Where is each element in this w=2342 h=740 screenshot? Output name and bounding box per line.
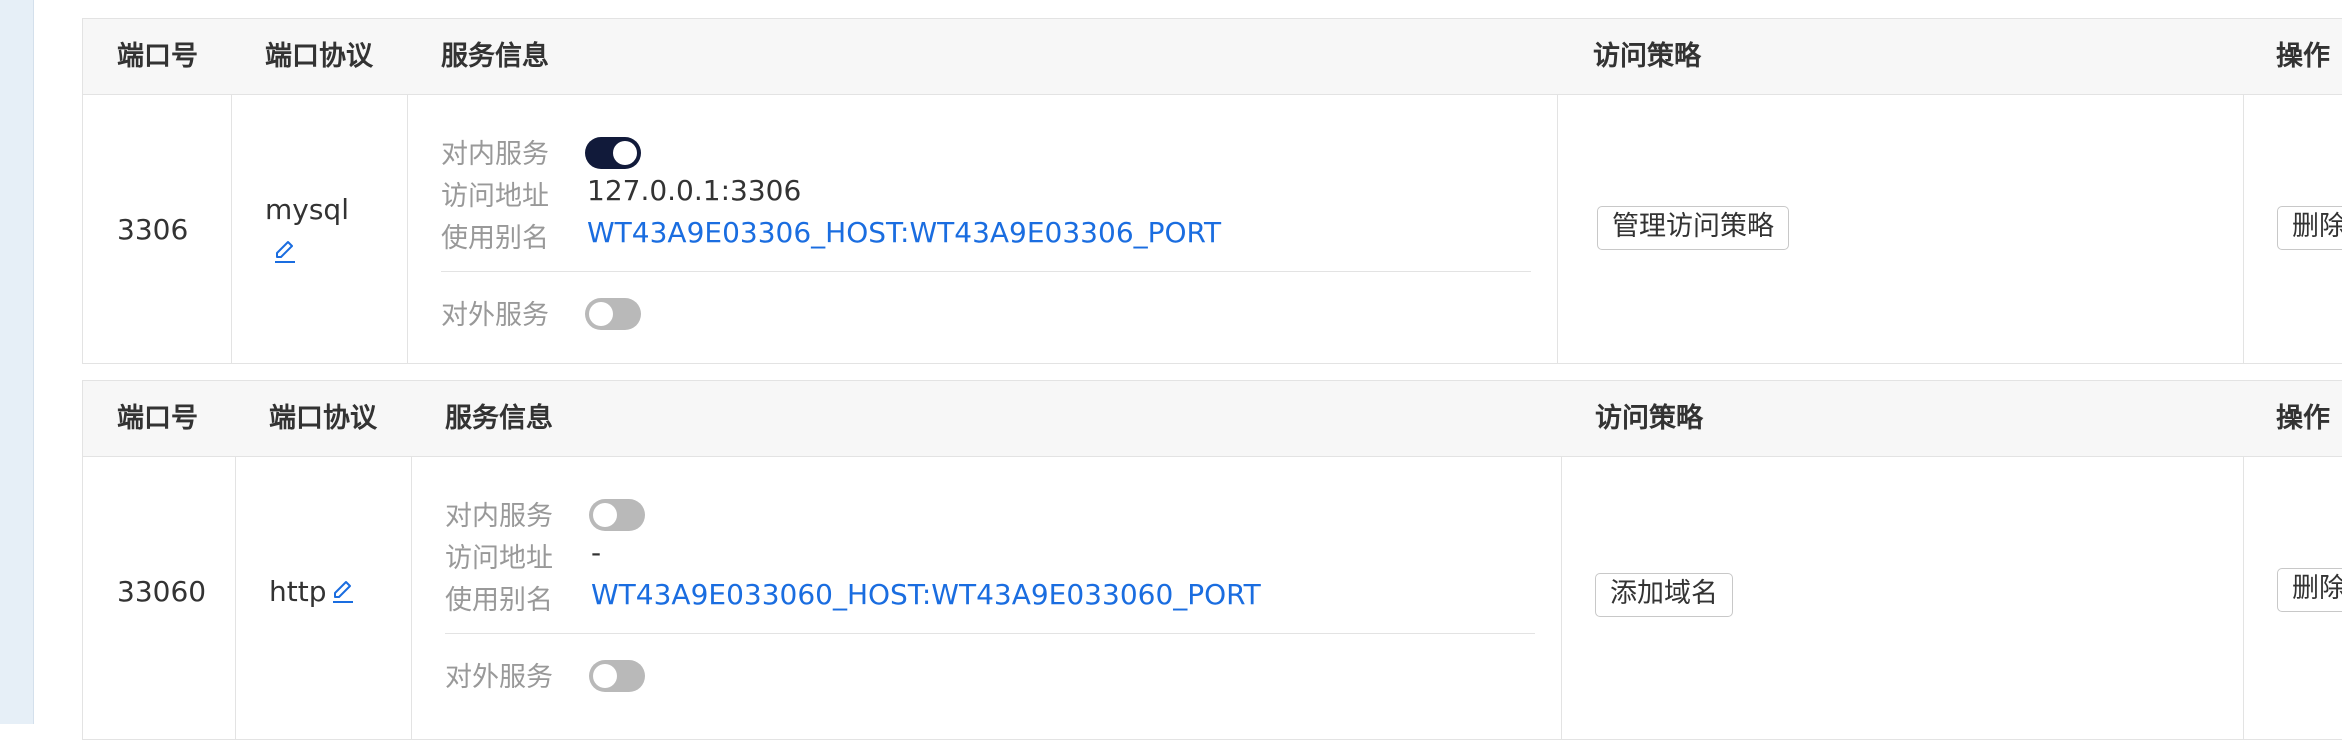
header-service-info: 服务信息 xyxy=(445,403,553,434)
manage-access-policy-button[interactable]: 管理访问策略 xyxy=(1597,206,1789,250)
port-table-33060: 端口号 端口协议 服务信息 访问策略 操作 33060 http 对内服务 访问… xyxy=(82,380,2342,740)
column-divider xyxy=(407,95,408,363)
access-address-value: - xyxy=(591,536,602,569)
internal-service-toggle[interactable] xyxy=(589,499,645,531)
alias-link[interactable]: WT43A9E03306_HOST:WT43A9E03306_PORT xyxy=(587,216,1221,249)
column-divider xyxy=(1561,457,1562,739)
port-value: 3306 xyxy=(117,213,189,246)
toggle-knob xyxy=(589,302,613,326)
service-divider xyxy=(445,633,1535,634)
add-domain-button[interactable]: 添加域名 xyxy=(1595,573,1733,617)
column-divider xyxy=(1557,95,1558,363)
toggle-knob xyxy=(613,141,637,165)
port-value: 33060 xyxy=(117,575,207,608)
access-address-value: 127.0.0.1:3306 xyxy=(587,174,802,207)
column-divider xyxy=(2243,457,2244,739)
header-protocol: 端口协议 xyxy=(269,403,377,434)
alias-link[interactable]: WT43A9E033060_HOST:WT43A9E033060_PORT xyxy=(591,578,1261,611)
edit-protocol-icon[interactable] xyxy=(271,237,299,265)
internal-service-toggle[interactable] xyxy=(585,137,641,169)
toggle-knob xyxy=(593,664,617,688)
header-access-policy: 访问策略 xyxy=(1593,41,1701,72)
header-port: 端口号 xyxy=(117,403,198,434)
column-divider xyxy=(231,95,232,363)
header-port: 端口号 xyxy=(117,41,198,72)
column-divider xyxy=(411,457,412,739)
header-access-policy: 访问策略 xyxy=(1595,403,1703,434)
protocol-value: mysql xyxy=(265,193,349,226)
port-table-3306: 端口号 端口协议 服务信息 访问策略 操作 3306 mysql 对内服务 访问… xyxy=(82,18,2342,364)
access-address-label: 访问地址 xyxy=(441,181,549,212)
toggle-knob xyxy=(593,503,617,527)
header-actions: 操作 xyxy=(2276,403,2330,434)
protocol-value: http xyxy=(269,575,327,608)
access-address-label: 访问地址 xyxy=(445,543,553,574)
header-service-info: 服务信息 xyxy=(441,41,549,72)
table-header: 端口号 端口协议 服务信息 访问策略 操作 xyxy=(83,19,2342,95)
column-divider xyxy=(235,457,236,739)
column-divider xyxy=(2243,95,2244,363)
service-divider xyxy=(441,271,1531,272)
alias-label: 使用别名 xyxy=(445,585,553,616)
table-header: 端口号 端口协议 服务信息 访问策略 操作 xyxy=(83,381,2342,457)
external-service-label: 对外服务 xyxy=(445,662,553,693)
delete-button[interactable]: 删除 xyxy=(2277,206,2342,250)
header-actions: 操作 xyxy=(2276,41,2330,72)
edit-protocol-icon[interactable] xyxy=(329,577,357,605)
header-protocol: 端口协议 xyxy=(265,41,373,72)
left-sidebar-strip xyxy=(0,0,34,724)
alias-label: 使用别名 xyxy=(441,223,549,254)
external-service-toggle[interactable] xyxy=(589,660,645,692)
delete-button[interactable]: 删除 xyxy=(2277,568,2342,612)
external-service-label: 对外服务 xyxy=(441,300,549,331)
internal-service-label: 对内服务 xyxy=(441,139,549,170)
internal-service-label: 对内服务 xyxy=(445,501,553,532)
external-service-toggle[interactable] xyxy=(585,298,641,330)
